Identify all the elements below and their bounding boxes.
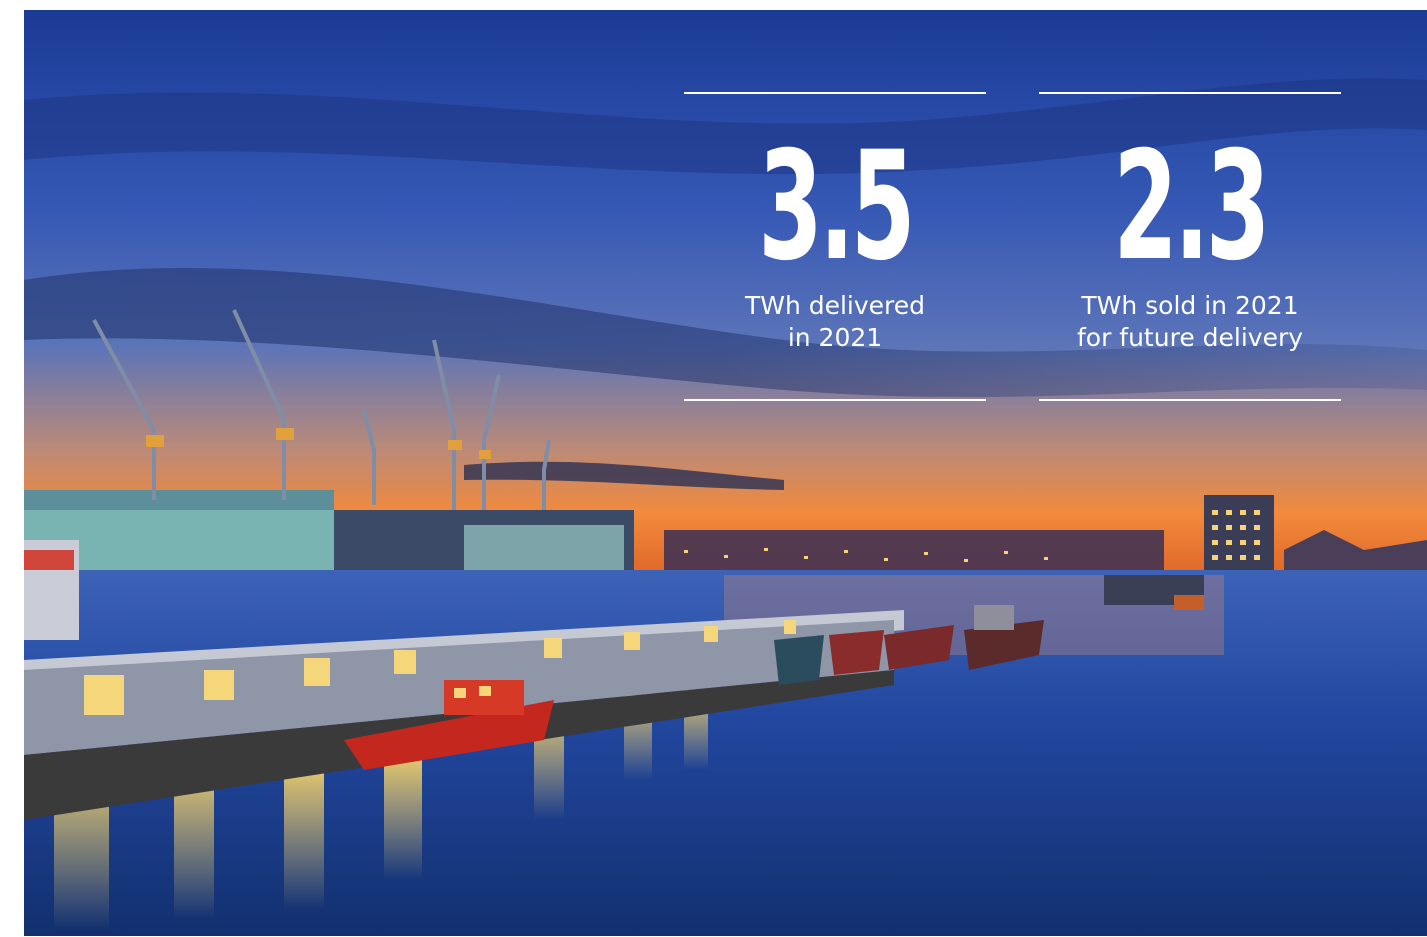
stat-caption-line2: for future delivery: [1076, 323, 1304, 352]
stat-caption: TWh delivered in 2021: [684, 290, 986, 354]
stat-value: 3.5: [758, 120, 915, 294]
stat-caption-line1: TWh delivered: [744, 291, 926, 320]
stat-value: 2.3: [1113, 120, 1270, 294]
stat-caption: TWh sold in 2021 for future delivery: [1039, 290, 1341, 354]
stat-delivered: 3.5 TWh delivered in 2021: [684, 92, 986, 412]
divider-top: [1039, 92, 1341, 94]
divider-bottom: [684, 399, 986, 401]
divider-top: [684, 92, 986, 94]
stat-sold: 2.3 TWh sold in 2021 for future delivery: [1039, 92, 1341, 412]
stat-caption-line1: TWh sold in 2021: [1081, 291, 1299, 320]
distant-skyline: [664, 530, 1164, 570]
stat-caption-line2: in 2021: [787, 323, 883, 352]
divider-bottom: [1039, 399, 1341, 401]
